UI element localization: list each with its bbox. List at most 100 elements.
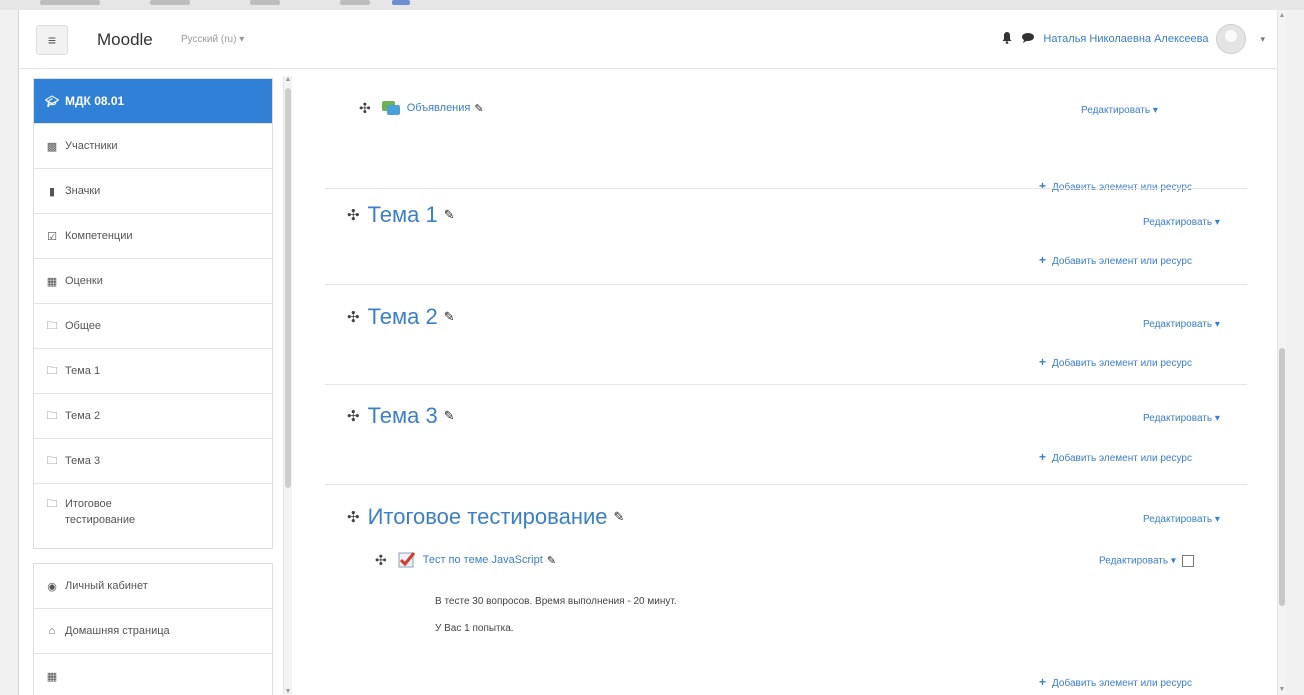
drawer-item-label: Компетенции	[65, 230, 133, 242]
edit-menu-announcements[interactable]: Редактировать ▾	[1081, 105, 1158, 116]
plus-icon: +	[1039, 675, 1047, 689]
user-name-link[interactable]: Наталья Николаевна Алексеева	[1043, 33, 1208, 45]
section-divider	[325, 484, 1247, 485]
forum-icon	[381, 99, 401, 117]
section-title-link[interactable]: Тема 3	[368, 403, 438, 429]
add-activity-topic-1[interactable]: + Добавить элемент или ресурс	[1039, 253, 1192, 267]
edit-title-pencil-icon[interactable]: ✎	[444, 408, 455, 424]
calendar-icon: ▦	[46, 670, 58, 683]
scroll-down-arrow-icon[interactable]: ▼	[284, 688, 292, 695]
graduation-cap-icon: 🎓︎	[45, 95, 59, 108]
add-label: Добавить элемент или ресурс	[1052, 453, 1192, 464]
add-label: Добавить элемент или ресурс	[1052, 678, 1192, 689]
page-scroll-thumb[interactable]	[1279, 348, 1285, 606]
drawer-scroll-thumb[interactable]	[285, 88, 291, 488]
notifications-bell-icon[interactable]	[1001, 31, 1013, 47]
section-title-link[interactable]: Тема 2	[368, 304, 438, 330]
section-divider	[325, 284, 1247, 285]
add-activity-topic-2[interactable]: + Добавить элемент или ресурс	[1039, 355, 1192, 369]
announcements-link[interactable]: Объявления	[407, 102, 471, 114]
section-divider	[325, 188, 1247, 189]
drawer-course-label: МДК 08.01	[65, 94, 125, 108]
drawer-item-label: Тема 3	[65, 455, 101, 467]
add-activity-general[interactable]: +Добавить элемент или ресурс	[1039, 179, 1192, 193]
edit-label: Редактировать	[1143, 514, 1213, 525]
drawer-toggle-button[interactable]: ≡	[36, 25, 68, 55]
grid-icon: ▦	[46, 275, 58, 288]
messages-icon[interactable]	[1021, 32, 1035, 47]
drawer-scrollbar[interactable]: ▲ ▼	[283, 76, 292, 695]
edit-label: Редактировать	[1099, 555, 1169, 567]
site-brand[interactable]: Moodle	[97, 30, 153, 50]
move-icon[interactable]: ✣	[359, 100, 371, 117]
drawer-item-competencies[interactable]: ☑ Компетенции	[34, 214, 272, 259]
edit-menu-topic-2[interactable]: Редактировать ▾	[1143, 319, 1220, 330]
user-avatar[interactable]	[1216, 24, 1247, 54]
drawer-item-topic-3[interactable]: 🗀︎ Тема 3	[34, 439, 272, 484]
browser-top-strip	[0, 0, 1304, 10]
edit-title-pencil-icon[interactable]: ✎	[614, 509, 625, 525]
add-activity-final-test[interactable]: + Добавить элемент или ресурс	[1039, 675, 1192, 689]
scroll-up-arrow-icon[interactable]: ▲	[284, 76, 292, 83]
folder-icon: 🗀︎	[46, 364, 58, 377]
nav-drawer: 🎓︎ МДК 08.01 ▩ Участники ▮ Значки ☑ Комп…	[33, 78, 273, 695]
section-title-link[interactable]: Итоговое тестирование	[368, 504, 608, 530]
edit-title-pencil-icon[interactable]: ✎	[547, 554, 556, 567]
move-icon[interactable]: ✣	[347, 308, 360, 326]
user-nav: Наталья Николаевна Алексеева ▾	[1001, 24, 1265, 54]
plus-icon: +	[1039, 253, 1047, 267]
folder-icon: 🗀︎	[46, 409, 58, 422]
edit-menu-topic-3[interactable]: Редактировать ▾	[1143, 413, 1220, 424]
activity-quiz: ✣ Тест по теме JavaScript ✎	[375, 548, 556, 572]
drawer-item-dashboard[interactable]: ◉ Личный кабинет	[34, 564, 272, 609]
drawer-item-home[interactable]: ⌂ Домашняя страница	[34, 609, 272, 654]
edit-menu-final-test[interactable]: Редактировать ▾	[1143, 514, 1220, 525]
edit-label: Редактировать	[1143, 319, 1213, 330]
edit-menu-quiz[interactable]: Редактировать ▾	[1099, 555, 1194, 567]
home-icon: ⌂	[48, 625, 56, 637]
drawer-item-participants[interactable]: ▩ Участники	[34, 124, 272, 169]
drawer-item-grades[interactable]: ▦ Оценки	[34, 259, 272, 304]
completion-checkbox[interactable]	[1181, 555, 1194, 567]
drawer-item-course[interactable]: 🎓︎ МДК 08.01	[34, 79, 272, 124]
page-scrollbar[interactable]: ▲ ▼	[1277, 10, 1286, 695]
edit-title-pencil-icon[interactable]: ✎	[474, 102, 483, 115]
shield-icon: ▮	[48, 185, 56, 198]
quiz-link[interactable]: Тест по теме JavaScript	[423, 554, 543, 566]
check-square-icon: ☑	[47, 230, 57, 243]
language-menu[interactable]: Русский (ru) ▾	[181, 34, 244, 45]
move-icon[interactable]: ✣	[347, 206, 360, 224]
section-topic-2: ✣ Тема 2 ✎	[347, 304, 455, 330]
section-title-link[interactable]: Тема 1	[368, 202, 438, 228]
drawer-item-topic-2[interactable]: 🗀︎ Тема 2	[34, 394, 272, 439]
moodle-page: ≡ Moodle Русский (ru) ▾ Наталья Николаев…	[18, 10, 1286, 695]
section-topic-3: ✣ Тема 3 ✎	[347, 403, 455, 429]
drawer-item-topic-1[interactable]: 🗀︎ Тема 1	[34, 349, 272, 394]
drawer-item-badges[interactable]: ▮ Значки	[34, 169, 272, 214]
user-menu-caret-icon[interactable]: ▾	[1260, 34, 1265, 45]
add-label: Добавить элемент или ресурс	[1052, 256, 1192, 267]
move-icon[interactable]: ✣	[375, 552, 387, 569]
edit-label: Редактировать	[1143, 413, 1213, 424]
scroll-up-arrow-icon[interactable]: ▲	[1278, 12, 1286, 19]
activity-announcements: ✣ Объявления ✎	[359, 96, 484, 120]
drawer-item-general[interactable]: 🗀︎ Общее	[34, 304, 272, 349]
drawer-item-final-test[interactable]: 🗀︎ Итоговое тестирование	[34, 484, 272, 548]
section-divider	[325, 384, 1247, 385]
plus-icon: +	[1039, 450, 1047, 464]
drawer-item-label: Тема 2	[65, 410, 101, 422]
scroll-down-arrow-icon[interactable]: ▼	[1278, 686, 1286, 693]
edit-menu-topic-1[interactable]: Редактировать ▾	[1143, 217, 1220, 228]
course-nav-block: 🎓︎ МДК 08.01 ▩ Участники ▮ Значки ☑ Комп…	[33, 78, 273, 549]
move-icon[interactable]: ✣	[347, 407, 360, 425]
drawer-item-label: Значки	[65, 185, 101, 197]
edit-label: Редактировать	[1081, 105, 1151, 116]
move-icon[interactable]: ✣	[347, 508, 360, 526]
drawer-item-calendar[interactable]: ▦	[34, 654, 272, 695]
site-nav-block: ◉ Личный кабинет ⌂ Домашняя страница ▦	[33, 563, 273, 695]
edit-title-pencil-icon[interactable]: ✎	[444, 207, 455, 223]
edit-title-pencil-icon[interactable]: ✎	[444, 309, 455, 325]
add-activity-topic-3[interactable]: + Добавить элемент или ресурс	[1039, 450, 1192, 464]
plus-icon: +	[1039, 355, 1047, 369]
folder-icon: 🗀︎	[46, 454, 58, 467]
